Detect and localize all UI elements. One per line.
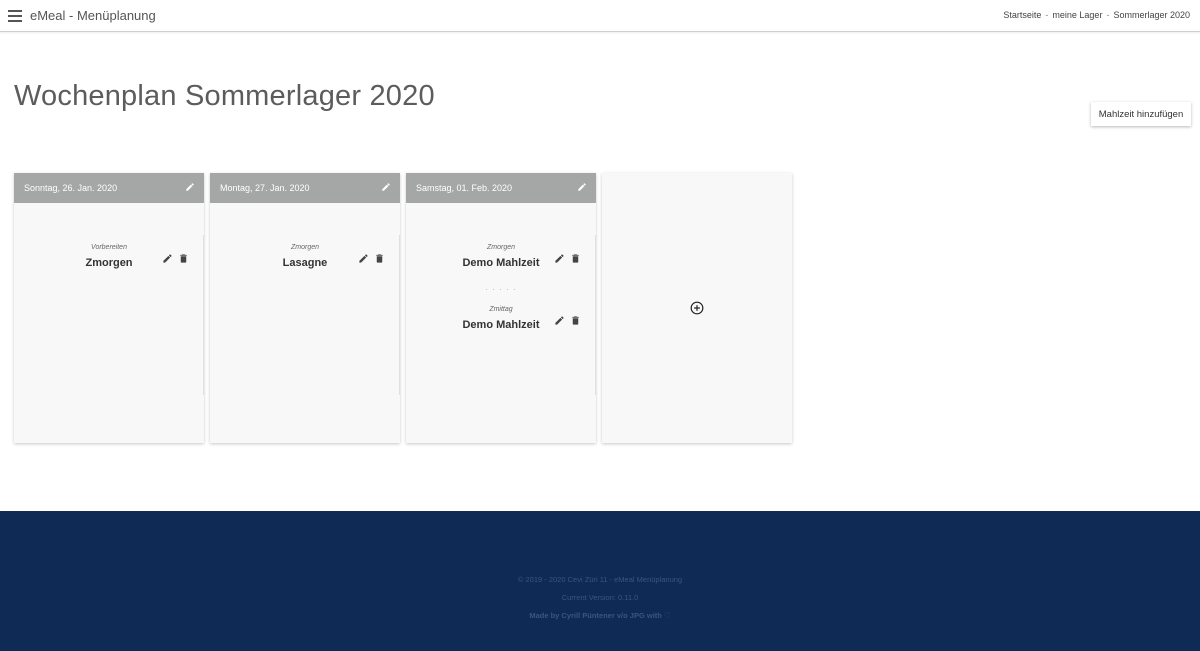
pencil-icon[interactable] — [381, 182, 391, 192]
day-card: Samstag, 01. Feb. 2020 Zmorgen Demo Mahl… — [406, 173, 596, 443]
breadcrumb-current[interactable]: Sommerlager 2020 — [1113, 10, 1190, 20]
trash-icon[interactable] — [178, 253, 189, 264]
footer-made-by: Made by Cyrill Püntener v/o JPG with ♡ — [529, 611, 671, 620]
meal-actions — [554, 315, 584, 327]
day-card: Sonntag, 26. Jan. 2020 Vorbereiten Zmorg… — [14, 173, 204, 443]
add-meal-button[interactable]: Mahlzeit hinzufügen — [1091, 102, 1191, 126]
footer: © 2019 - 2020 Cevi Züri 11 - eMeal Menüp… — [0, 511, 1200, 651]
breadcrumb-separator: - — [1106, 10, 1110, 20]
pencil-icon[interactable] — [185, 182, 195, 192]
day-card-body: Vorbereiten Zmorgen — [14, 203, 204, 443]
meal-type: Zmorgen — [290, 244, 319, 251]
top-app-bar: eMeal - Menüplanung Startseite - meine Lag… — [0, 0, 1200, 32]
footer-copyright: © 2019 - 2020 Cevi Züri 11 - eMeal Menüp… — [517, 575, 683, 584]
menu-icon[interactable] — [8, 10, 22, 22]
meal-separator: · · · · · — [485, 285, 517, 294]
meal-actions — [358, 253, 388, 265]
trash-icon[interactable] — [570, 253, 581, 264]
day-card: Montag, 27. Jan. 2020 Zmorgen Lasagne — [210, 173, 400, 443]
day-card-body: Zmorgen Demo Mahlzeit · · · · · Zmittag … — [406, 203, 596, 443]
app-title[interactable]: eMeal - Menüplanung — [30, 8, 156, 23]
meal-entry: Zmorgen Demo Mahlzeit — [406, 244, 596, 269]
day-card-body: Zmorgen Lasagne — [210, 203, 400, 443]
meal-actions — [554, 253, 584, 265]
trash-icon[interactable] — [374, 253, 385, 264]
meal-type: Vorbereiten — [91, 244, 127, 251]
day-card-header: Samstag, 01. Feb. 2020 — [406, 173, 596, 203]
footer-version: Current Version: 0.11.0 — [561, 593, 639, 602]
pencil-icon[interactable] — [554, 315, 565, 326]
pencil-icon[interactable] — [162, 253, 173, 264]
pencil-icon[interactable] — [577, 182, 587, 192]
meal-actions — [162, 253, 192, 265]
breadcrumb-home[interactable]: Startseite — [1003, 10, 1041, 20]
meal-type: Zmittag — [489, 306, 513, 313]
pencil-icon[interactable] — [358, 253, 369, 264]
page-title: Wochenplan Sommerlager 2020 — [14, 80, 435, 112]
meal-entry: Zmorgen Lasagne — [210, 244, 400, 269]
breadcrumb: Startseite - meine Lager - Sommerlager 2020 — [1003, 10, 1190, 20]
meal-type: Zmorgen — [486, 244, 515, 251]
day-date: Montag, 27. Jan. 2020 — [220, 183, 310, 193]
day-date: Sonntag, 26. Jan. 2020 — [24, 183, 118, 193]
pencil-icon[interactable] — [554, 253, 565, 264]
day-card-header: Sonntag, 26. Jan. 2020 — [14, 173, 204, 203]
meal-entry: Vorbereiten Zmorgen — [14, 244, 204, 269]
day-date: Samstag, 01. Feb. 2020 — [416, 183, 513, 193]
breadcrumb-camps[interactable]: meine Lager — [1052, 10, 1102, 20]
meal-entry: Zmittag Demo Mahlzeit — [406, 306, 596, 331]
breadcrumb-separator: - — [1045, 10, 1049, 20]
add-day-card[interactable] — [602, 173, 792, 443]
day-card-header: Montag, 27. Jan. 2020 — [210, 173, 400, 203]
plus-circle-icon[interactable] — [690, 301, 704, 315]
trash-icon[interactable] — [570, 315, 581, 326]
